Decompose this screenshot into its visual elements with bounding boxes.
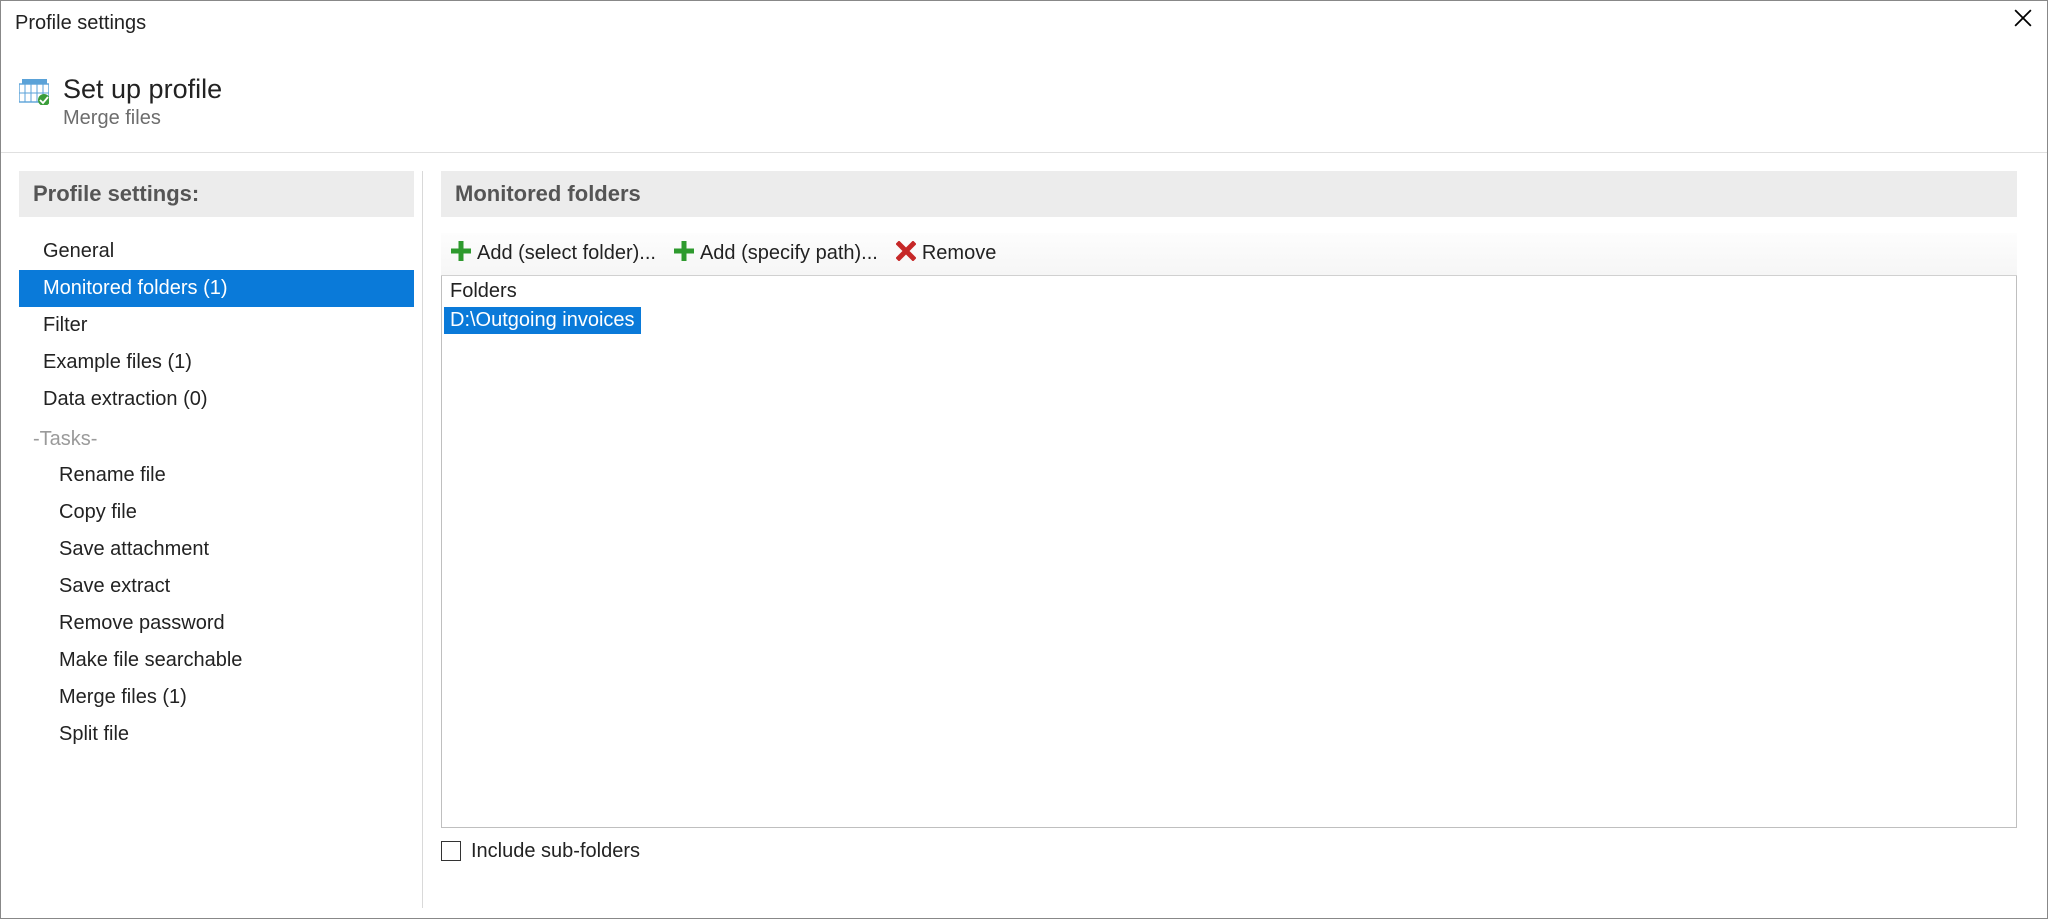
include-subfolders-checkbox[interactable] [441,841,461,861]
include-subfolders-label: Include sub-folders [471,840,640,863]
sidebar-tasks-label: -Tasks- [19,418,414,457]
sidebar: Profile settings: General Monitored fold… [1,171,423,908]
header-subtitle: Merge files [63,107,222,130]
remove-folder-label: Remove [922,242,996,265]
profile-icon [19,79,49,111]
sidebar-task-copy-file[interactable]: Copy file [19,494,414,531]
sidebar-heading: Profile settings: [19,171,414,217]
remove-folder-button[interactable]: Remove [890,239,1002,269]
sidebar-task-split-file[interactable]: Split file [19,716,414,753]
window-title: Profile settings [15,12,146,35]
folders-list[interactable]: Folders D:\Outgoing invoices [441,276,2017,828]
add-specify-path-label: Add (specify path)... [700,242,878,265]
profile-settings-window: Profile settings Set up profile Merge [0,0,2048,919]
folders-toolbar: Add (select folder)... Add (specify path… [441,233,2017,276]
add-select-folder-label: Add (select folder)... [477,242,656,265]
sidebar-task-remove-password[interactable]: Remove password [19,605,414,642]
close-icon [2014,9,2032,33]
sidebar-task-merge-files[interactable]: Merge files (1) [19,679,414,716]
x-icon [896,241,916,267]
sidebar-task-make-searchable[interactable]: Make file searchable [19,642,414,679]
include-subfolders-row[interactable]: Include sub-folders [441,840,2017,863]
body: Profile settings: General Monitored fold… [1,153,2047,908]
sidebar-item-filter[interactable]: Filter [19,307,414,344]
sidebar-item-monitored-folders[interactable]: Monitored folders (1) [19,270,414,307]
header: Set up profile Merge files [1,41,2047,152]
add-select-folder-button[interactable]: Add (select folder)... [445,239,662,269]
sidebar-task-save-extract[interactable]: Save extract [19,568,414,605]
sidebar-item-general[interactable]: General [19,233,414,270]
folders-column-header[interactable]: Folders [442,276,2016,307]
sidebar-task-save-attachment[interactable]: Save attachment [19,531,414,568]
header-title: Set up profile [63,75,222,105]
sidebar-item-data-extraction[interactable]: Data extraction (0) [19,381,414,418]
folder-row[interactable]: D:\Outgoing invoices [444,307,641,334]
sidebar-item-example-files[interactable]: Example files (1) [19,344,414,381]
add-specify-path-button[interactable]: Add (specify path)... [668,239,884,269]
plus-icon [674,241,694,267]
main-heading: Monitored folders [441,171,2017,217]
main-panel: Monitored folders Add (select folder)...… [423,171,2047,908]
plus-icon [451,241,471,267]
sidebar-list: General Monitored folders (1) Filter Exa… [19,233,414,753]
close-button[interactable] [2011,9,2035,33]
sidebar-task-rename-file[interactable]: Rename file [19,457,414,494]
title-bar: Profile settings [1,1,2047,41]
